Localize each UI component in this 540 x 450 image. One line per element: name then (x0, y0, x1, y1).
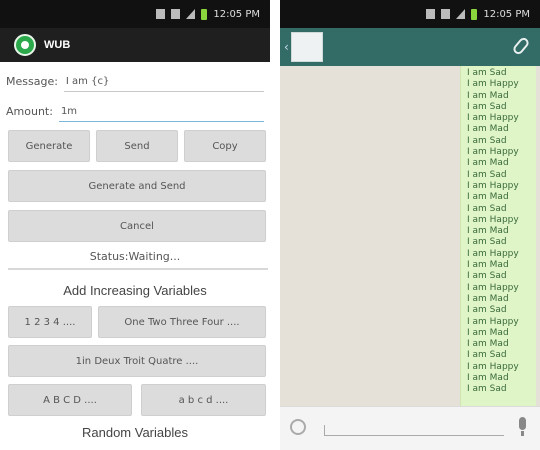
signal-icon (456, 9, 466, 19)
message-label: Message: (6, 75, 58, 88)
battery-icon (201, 8, 208, 20)
chat-screen: 12:05 PM ‹ I am Sad I am Happy I am Mad I a… (280, 0, 540, 450)
chat-message: I am Sad (467, 237, 507, 248)
chat-status-bar: 12:05 PM (280, 0, 540, 28)
app-bar: WUB (0, 28, 270, 62)
chat-message: I am Mad (467, 124, 509, 135)
chat-message: I am Mad (467, 226, 509, 237)
amount-row: Amount: (0, 92, 270, 122)
copy-button[interactable]: Copy (184, 130, 266, 162)
chat-message: I am Mad (467, 90, 509, 101)
numbers-button[interactable]: 1 2 3 4 .... (8, 306, 92, 338)
chat-message: I am Mad (467, 293, 509, 304)
chat-message: I am Sad (467, 169, 507, 180)
chat-message: I am Happy (467, 79, 519, 90)
generate-button[interactable]: Generate (8, 130, 90, 162)
back-arrow-icon[interactable]: ‹ (284, 40, 289, 54)
random-variables-title: Random Variables (82, 425, 188, 440)
amount-input[interactable] (58, 102, 264, 122)
chat-message: I am Sad (467, 135, 507, 146)
chat-message: I am Sad (467, 384, 507, 395)
french-numbers-button[interactable]: 1in Deux Troit Quatre .... (8, 345, 266, 377)
chat-message: I am Mad (467, 192, 509, 203)
generator-app-screen: 12:05 PM WUB Message: Amount: Generate S… (0, 0, 270, 450)
chat-message: I am Happy (467, 214, 519, 225)
increasing-variables-title: Add Increasing Variables (63, 283, 207, 298)
chat-message: I am Mad (467, 158, 509, 169)
app-logo-icon (14, 34, 36, 56)
battery-icon (471, 8, 478, 20)
amount-label: Amount: (6, 105, 53, 118)
chat-message: I am Happy (467, 113, 519, 124)
chat-message: I am Sad (467, 203, 507, 214)
chat-status-time: 12:05 PM (483, 8, 530, 20)
status-text: Status:Waiting... (89, 250, 181, 263)
notification-icon (426, 9, 436, 19)
chat-message: I am Mad (467, 339, 509, 350)
input-caret (324, 425, 325, 435)
emoji-icon[interactable] (290, 419, 306, 435)
cancel-button[interactable]: Cancel (8, 210, 266, 242)
chat-header: ‹ (280, 28, 540, 66)
chat-message: I am Sad (467, 68, 507, 78)
status-bar: 12:05 PM (0, 0, 270, 28)
chat-messages-area[interactable]: I am Sad I am Happy I am Mad I am Sad I am H… (280, 66, 540, 406)
contact-avatar[interactable] (290, 32, 323, 62)
notification-icon (156, 9, 166, 19)
generate-and-send-button[interactable]: Generate and Send (8, 170, 266, 202)
lowercase-letters-button[interactable]: a b c d .... (141, 384, 266, 416)
chat-text-field[interactable] (324, 435, 504, 436)
microphone-icon[interactable] (519, 417, 526, 436)
chat-message: I am Mad (467, 327, 509, 338)
chat-message: I am Sad (467, 350, 507, 361)
chat-message: I am Mad (467, 373, 509, 384)
app-title: WUB (44, 39, 71, 51)
chat-message: I am Happy (467, 147, 519, 158)
message-bubble-column: I am Sad I am Happy I am Mad I am Sad I am H… (460, 66, 536, 406)
status-time: 12:05 PM (213, 8, 260, 20)
chat-message: I am Sad (467, 271, 507, 282)
message-row: Message: (0, 62, 270, 92)
chat-message: I am Happy (467, 248, 519, 259)
wifi-icon (441, 9, 451, 19)
send-button[interactable]: Send (96, 130, 178, 162)
chat-message: I am Mad (467, 260, 509, 271)
signal-icon (186, 9, 196, 19)
chat-message: I am Happy (467, 180, 519, 191)
chat-message: I am Happy (467, 316, 519, 327)
chat-input-bar (280, 406, 540, 450)
words-button[interactable]: One Two Three Four .... (98, 306, 266, 338)
chat-message: I am Happy (467, 361, 519, 372)
attach-clip-icon[interactable] (511, 35, 531, 57)
message-input[interactable] (63, 72, 264, 92)
section-divider (8, 268, 268, 270)
chat-message: I am Sad (467, 101, 507, 112)
chat-message: I am Happy (467, 282, 519, 293)
wifi-icon (171, 9, 181, 19)
chat-message: I am Sad (467, 305, 507, 316)
uppercase-letters-button[interactable]: A B C D .... (8, 384, 132, 416)
